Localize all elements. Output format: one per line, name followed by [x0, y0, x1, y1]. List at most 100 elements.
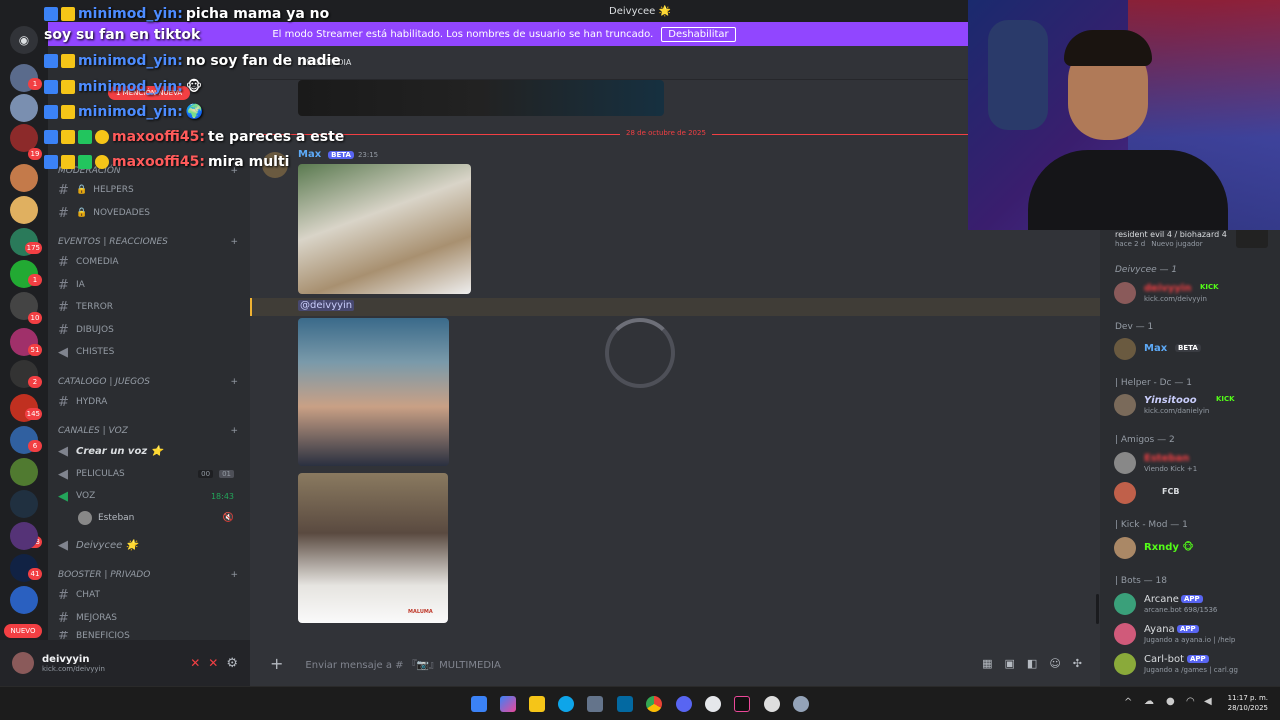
channel-voz[interactable]: ◀ VOZ 18:43 [58, 487, 248, 505]
channel-label: NOVEDADES [93, 208, 150, 218]
add-channel-icon[interactable]: + [230, 570, 238, 580]
category-booster[interactable]: BOOSTER | PRIVADO + [58, 570, 238, 580]
app-icon[interactable] [705, 696, 721, 712]
server-icon[interactable] [10, 490, 38, 518]
chrome-icon[interactable] [646, 696, 662, 712]
channel-crear-voz[interactable]: ◀ Crear un voz ⭐ [58, 442, 248, 460]
speaker-icon: ◀ [58, 443, 68, 459]
message-image[interactable] [298, 318, 449, 466]
file-explorer-icon[interactable] [529, 696, 545, 712]
settings-icon[interactable] [793, 696, 809, 712]
category-catalogo[interactable]: CATALOGO | JUEGOS + [58, 377, 238, 387]
channel-dibujos[interactable]: # DIBUJOS [58, 321, 248, 339]
member-name: Esteban [1144, 453, 1190, 464]
overlay-message: maxooffi45: te pareces a este [44, 127, 344, 147]
channel-label: HYDRA [76, 397, 108, 407]
channel-label: CHAT [76, 590, 101, 600]
server-icon[interactable] [10, 164, 38, 192]
apps-icon[interactable]: ✣ [1073, 657, 1082, 670]
discord-icon[interactable] [676, 696, 692, 712]
channel-hydra[interactable]: # HYDRA [58, 393, 248, 411]
gif-icon[interactable]: ▣ [1005, 657, 1015, 670]
channel-ia[interactable]: # IA [58, 276, 248, 294]
channel-comedia[interactable]: # COMEDIA [58, 253, 248, 271]
category-label: CATALOGO | JUEGOS [58, 377, 150, 387]
mic-muted-icon[interactable]: ✕ [190, 656, 200, 670]
settings-gear-icon[interactable]: ⚙ [226, 656, 238, 671]
channel-beneficios[interactable]: # BENEFICIOS [58, 631, 248, 640]
gift-icon[interactable]: ▦ [982, 657, 992, 670]
channel-deivycee[interactable]: ◀ Deivycee 🌟 [58, 536, 248, 554]
member-rxndy[interactable]: Rxndy 🐵 [1114, 537, 1274, 561]
message-image[interactable]: MALUMA [298, 473, 448, 623]
channel-chistes[interactable]: ◀ CHISTES [58, 343, 248, 361]
hash-icon: # [58, 631, 69, 640]
server-icon[interactable] [10, 458, 38, 486]
member-ayana[interactable]: Ayana APP Jugando a ayana.io | /help [1114, 623, 1274, 647]
server-badge: 2 [28, 376, 42, 388]
category-eventos[interactable]: EVENTOS | REACCIONES + [58, 237, 238, 247]
server-badge: 1 [28, 274, 42, 286]
member-group-title: | Bots — 18 [1115, 576, 1167, 586]
obs-icon[interactable] [764, 696, 780, 712]
add-channel-icon[interactable]: + [230, 237, 238, 247]
channel-novedades[interactable]: # 🔒 NOVEDADES [58, 204, 248, 222]
channel-peliculas[interactable]: ◀ PELICULAS 00 01 [58, 465, 248, 483]
member-esteban[interactable]: Esteban Viendo Kick +1 [1114, 452, 1274, 476]
muted-icon: 🔇 [222, 513, 234, 523]
network-icon[interactable]: ☁ [1144, 696, 1154, 707]
hair-shape [1064, 30, 1152, 66]
user-mention[interactable]: @deivyyin [298, 300, 355, 311]
voice-user-esteban[interactable]: Esteban 🔇 [78, 509, 248, 527]
sticker-icon[interactable]: ◧ [1027, 657, 1037, 670]
avatar [1114, 338, 1136, 360]
wifi-icon[interactable]: ◠ [1186, 696, 1195, 707]
server-icon[interactable] [10, 94, 38, 122]
channel-label: HELPERS [93, 185, 134, 195]
member-max[interactable]: Max BETA [1114, 338, 1274, 362]
disable-streamer-button[interactable]: Deshabilitar [661, 26, 736, 42]
headphones-muted-icon[interactable]: ✕ [208, 656, 218, 670]
category-label: CANALES | VOZ [58, 426, 128, 436]
edge-icon[interactable] [558, 696, 574, 712]
gift-badge-icon [95, 155, 109, 169]
add-attachment-icon[interactable]: + [270, 654, 283, 673]
message-image[interactable] [298, 164, 471, 294]
message-input[interactable]: Enviar mensaje a # 『📷』MULTIMEDIA [305, 656, 970, 671]
tiktok-icon[interactable] [734, 696, 750, 712]
member-name: Max [1144, 343, 1168, 354]
server-icon[interactable] [10, 196, 38, 224]
member-carlbot[interactable]: Carl-bot APP Jugando a /games | carl.gg [1114, 653, 1274, 677]
member-yinsitooo[interactable]: Yinsitooo KICK kick.com/danielyin [1114, 394, 1274, 418]
discord-home-icon[interactable]: ◉ [10, 26, 38, 54]
channel-helpers[interactable]: # 🔒 HELPERS [58, 181, 248, 199]
scrollbar[interactable] [1096, 594, 1099, 624]
store-icon[interactable] [587, 696, 603, 712]
stream-chat-overlay: minimod_yin: picha mama ya no soy su fan … [44, 4, 364, 174]
channel-terror[interactable]: # TERROR [58, 298, 248, 316]
volume-icon[interactable]: ◀ [1204, 696, 1212, 707]
hash-icon: # [58, 587, 69, 603]
category-canales-voz[interactable]: CANALES | VOZ + [58, 426, 238, 436]
start-button-icon[interactable] [471, 696, 487, 712]
copilot-icon[interactable] [500, 696, 516, 712]
channel-chat[interactable]: # CHAT [58, 586, 248, 604]
clock[interactable]: 11:17 p. m. 28/10/2025 [1220, 693, 1268, 713]
server-icon[interactable] [10, 522, 38, 550]
member-deivyyin[interactable]: deivyyin KICK kick.com/deivyyin [1114, 282, 1274, 306]
mod-badge-icon [44, 80, 58, 94]
tray-chevron-icon[interactable]: ^ [1124, 697, 1132, 708]
clock-time: 11:17 p. m. [1227, 694, 1268, 702]
emoji-icon[interactable]: ☺ [1049, 657, 1060, 670]
member-fcb[interactable]: FCB [1114, 482, 1274, 506]
member-arcane[interactable]: Arcane APP arcane.bot 698/1536 [1114, 593, 1274, 617]
add-channel-icon[interactable]: + [230, 377, 238, 387]
server-icon[interactable] [10, 586, 38, 614]
mic-icon[interactable]: ● [1166, 696, 1175, 707]
mod-badge-icon [44, 130, 58, 144]
avatar[interactable] [12, 652, 34, 674]
channel-mejoras[interactable]: # MEJORAS [58, 609, 248, 627]
channel-label: Deivycee 🌟 [76, 539, 138, 551]
add-channel-icon[interactable]: + [230, 426, 238, 436]
outlook-icon[interactable] [617, 696, 633, 712]
